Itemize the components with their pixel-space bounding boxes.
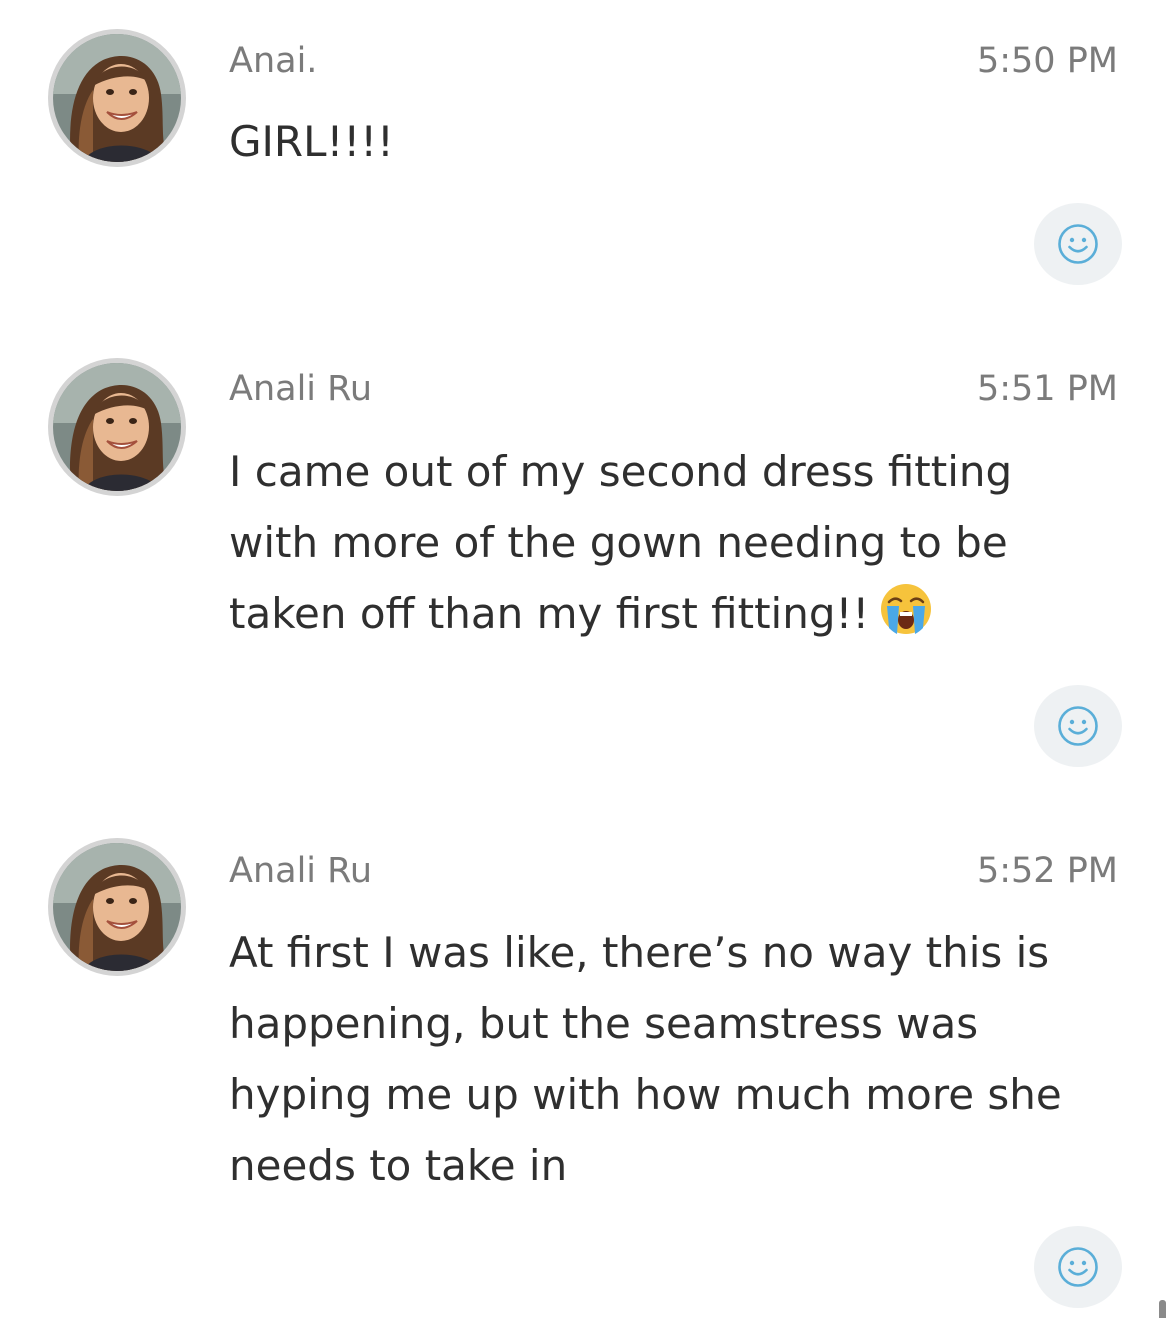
react-button[interactable] — [1034, 203, 1122, 285]
sender-name[interactable]: Anai. — [229, 41, 317, 81]
scrollbar-thumb[interactable] — [1159, 1300, 1166, 1318]
react-button[interactable] — [1034, 1226, 1122, 1308]
avatar-photo-icon — [53, 34, 181, 162]
avatar[interactable] — [48, 838, 186, 976]
message-text: GIRL!!!! — [229, 106, 1109, 177]
message-text: I came out of my second dress fitting wi… — [229, 436, 1109, 657]
message-timestamp: 5:52 PM — [976, 851, 1118, 891]
avatar[interactable] — [48, 29, 186, 167]
message-timestamp: 5:50 PM — [976, 41, 1118, 81]
smiley-icon — [1058, 1247, 1098, 1287]
react-button[interactable] — [1034, 685, 1122, 767]
avatar-photo-icon — [53, 843, 181, 971]
message-text: At first I was like, there’s no way this… — [229, 917, 1109, 1201]
sender-name[interactable]: Anali Ru — [229, 369, 372, 409]
avatar-photo-icon — [53, 363, 181, 491]
message-text-content: At first I was like, there’s no way this… — [229, 928, 1062, 1190]
sender-name[interactable]: Anali Ru — [229, 851, 372, 891]
avatar[interactable] — [48, 358, 186, 496]
message-timestamp: 5:51 PM — [976, 369, 1118, 409]
smiley-icon — [1058, 706, 1098, 746]
message-text-content: GIRL!!!! — [229, 117, 394, 166]
loudly-crying-face-icon — [879, 582, 933, 657]
smiley-icon — [1058, 224, 1098, 264]
